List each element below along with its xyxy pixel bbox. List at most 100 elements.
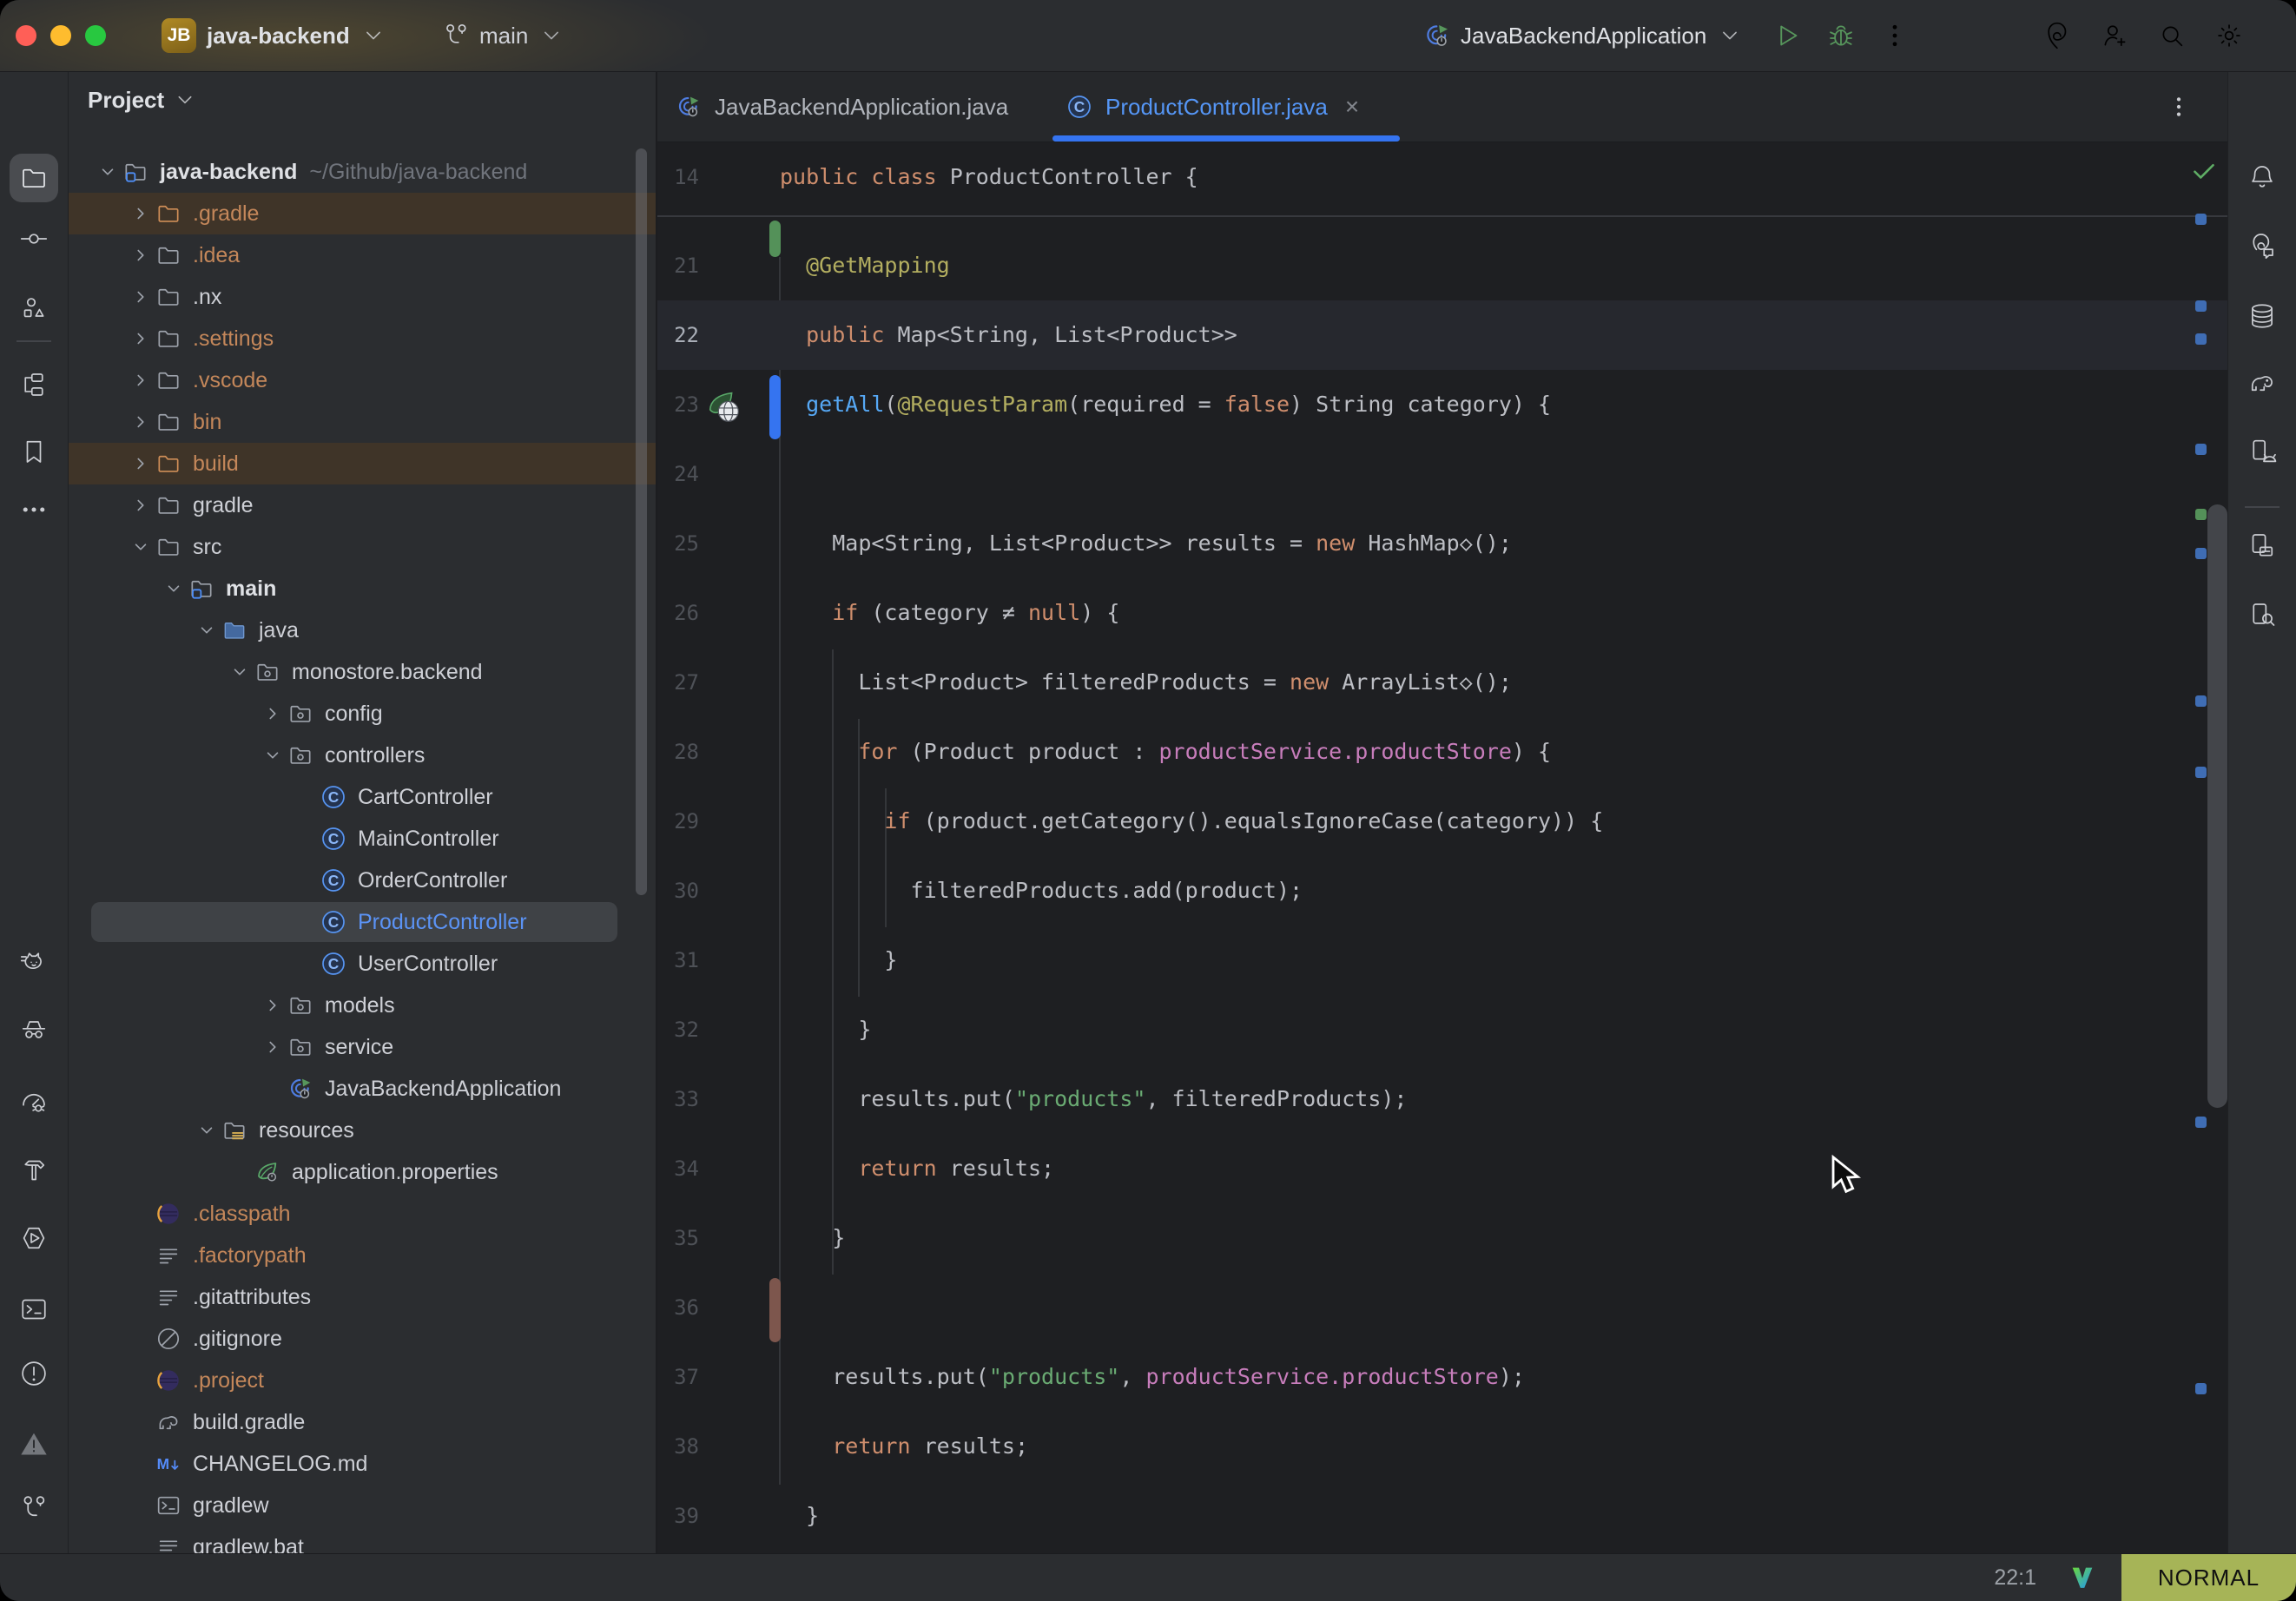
tree-item-build[interactable]: build bbox=[69, 443, 656, 484]
tool-window-button-warnings[interactable] bbox=[18, 1428, 49, 1459]
svg-text:C: C bbox=[328, 913, 340, 931]
tool-window-button-profiler[interactable] bbox=[18, 1086, 49, 1117]
tree-item-src[interactable]: src bbox=[69, 526, 656, 568]
tool-window-button-gradle[interactable] bbox=[2247, 367, 2278, 399]
tab-javabackendapplication[interactable]: JavaBackendApplication.java bbox=[675, 72, 1008, 142]
tree-item-config[interactable]: config bbox=[69, 693, 656, 735]
tool-window-button-structure[interactable] bbox=[18, 369, 49, 400]
tree-item-changelog-md[interactable]: MCHANGELOG.md bbox=[69, 1443, 656, 1485]
tree-item--nx[interactable]: .nx bbox=[69, 276, 656, 318]
tree-chevron-icon[interactable] bbox=[128, 534, 154, 560]
more-vertical-button[interactable] bbox=[1879, 20, 1910, 51]
zoom-window-button[interactable] bbox=[85, 25, 106, 46]
tree-chevron-icon[interactable] bbox=[128, 284, 154, 310]
tree-item-resources[interactable]: resources bbox=[69, 1110, 656, 1151]
tool-window-button-problems[interactable] bbox=[18, 1358, 49, 1389]
run-configuration-selector[interactable]: JavaBackendApplication bbox=[1422, 0, 1745, 71]
tree-chevron-icon[interactable] bbox=[128, 201, 154, 227]
tool-window-button-ai-assistant-chat[interactable] bbox=[2247, 232, 2278, 263]
tree-item-productcontroller[interactable]: CProductController bbox=[69, 901, 656, 943]
tool-window-button-project[interactable] bbox=[10, 154, 58, 202]
tree-item-cartcontroller[interactable]: CCartController bbox=[69, 776, 656, 818]
tree-chevron-icon[interactable] bbox=[194, 1117, 220, 1143]
tree-item-build-gradle[interactable]: build.gradle bbox=[69, 1401, 656, 1443]
line-number: 31 bbox=[657, 926, 699, 995]
project-selector[interactable]: java-backend bbox=[207, 0, 388, 71]
branch-selector[interactable]: main bbox=[441, 0, 566, 71]
tree-item-java-backend[interactable]: java-backend~/Github/java-backend bbox=[69, 151, 656, 193]
editor-scrollbar[interactable] bbox=[2207, 504, 2227, 1108]
tree-chevron-icon[interactable] bbox=[194, 617, 220, 643]
tree-item-monostore-backend[interactable]: monostore.backend bbox=[69, 651, 656, 693]
tool-window-button-device-explorer[interactable] bbox=[2247, 599, 2278, 630]
tree-item--gradle[interactable]: .gradle bbox=[69, 193, 656, 234]
settings-button[interactable] bbox=[2214, 21, 2244, 50]
tree-chevron-icon[interactable] bbox=[260, 992, 286, 1018]
tree-chevron-icon[interactable] bbox=[128, 367, 154, 393]
tool-window-button-database[interactable] bbox=[2247, 300, 2278, 332]
tree-chevron-icon[interactable] bbox=[128, 242, 154, 268]
tree-chevron-icon[interactable] bbox=[95, 159, 121, 185]
close-tab-icon[interactable]: × bbox=[1345, 93, 1359, 121]
tool-window-button-dash-cat[interactable] bbox=[18, 946, 49, 978]
run-button[interactable] bbox=[1771, 20, 1803, 51]
tab-productcontroller[interactable]: C ProductController.java × bbox=[1066, 72, 1359, 142]
tree-item--gitattributes[interactable]: .gitattributes bbox=[69, 1276, 656, 1318]
add-user-button[interactable] bbox=[2100, 21, 2129, 50]
code-editor[interactable]: 21 @GetMapping22 public Map<String, List… bbox=[657, 217, 2227, 1554]
tree-chevron-icon[interactable] bbox=[260, 701, 286, 727]
tree-item-javabackendapplication[interactable]: JavaBackendApplication bbox=[69, 1068, 656, 1110]
caret-position[interactable]: 22:1 bbox=[1994, 1565, 2036, 1591]
tree-item--factorypath[interactable]: .factorypath bbox=[69, 1235, 656, 1276]
debug-button[interactable] bbox=[1825, 20, 1857, 51]
tool-window-button-running-devices[interactable] bbox=[2247, 530, 2278, 561]
tree-item-models[interactable]: models bbox=[69, 985, 656, 1026]
tree-item-ordercontroller[interactable]: COrderController bbox=[69, 860, 656, 901]
tree-chevron-icon[interactable] bbox=[128, 492, 154, 518]
tool-window-button-notifications[interactable] bbox=[2247, 161, 2278, 193]
tool-window-button-bookmarks[interactable] bbox=[18, 436, 49, 467]
project-tree-scrollbar[interactable] bbox=[636, 148, 647, 895]
tool-window-button-terminal[interactable] bbox=[18, 1294, 49, 1325]
close-window-button[interactable] bbox=[16, 25, 36, 46]
tool-window-button-build-hammer[interactable] bbox=[18, 1155, 49, 1186]
tool-window-button-pull-requests[interactable] bbox=[18, 293, 49, 324]
tab-options-icon[interactable] bbox=[2165, 93, 2193, 121]
tree-item-java[interactable]: java bbox=[69, 609, 656, 651]
tree-item--vscode[interactable]: .vscode bbox=[69, 359, 656, 401]
tree-item--project[interactable]: .project bbox=[69, 1360, 656, 1401]
tool-window-button-commit[interactable] bbox=[18, 223, 49, 254]
tree-item-usercontroller[interactable]: CUserController bbox=[69, 943, 656, 985]
tree-item-main[interactable]: main bbox=[69, 568, 656, 609]
project-view-selector[interactable]: Project bbox=[88, 86, 199, 114]
tree-chevron-icon[interactable] bbox=[260, 1034, 286, 1060]
tree-item-gradlew[interactable]: gradlew bbox=[69, 1485, 656, 1526]
tool-window-button-services[interactable] bbox=[18, 1222, 49, 1254]
tree-chevron-icon[interactable] bbox=[128, 409, 154, 435]
tree-item-gradlew-bat[interactable]: gradlew.bat bbox=[69, 1526, 656, 1554]
ai-assistant-button[interactable] bbox=[2042, 21, 2072, 50]
search-button[interactable] bbox=[2157, 21, 2187, 50]
tool-window-button-more[interactable] bbox=[18, 494, 49, 525]
tool-window-button-incognito[interactable] bbox=[18, 1014, 49, 1045]
tool-window-button-git-branch[interactable] bbox=[18, 1492, 49, 1524]
tree-item-controllers[interactable]: controllers bbox=[69, 735, 656, 776]
tool-window-button-device-manager[interactable] bbox=[2247, 436, 2278, 467]
tree-item--settings[interactable]: .settings bbox=[69, 318, 656, 359]
tree-item-service[interactable]: service bbox=[69, 1026, 656, 1068]
ideavim-icon[interactable] bbox=[2068, 1563, 2097, 1592]
tree-chevron-icon[interactable] bbox=[161, 576, 187, 602]
tree-item-gradle[interactable]: gradle bbox=[69, 484, 656, 526]
tree-item--gitignore[interactable]: .gitignore bbox=[69, 1318, 656, 1360]
tree-item-application-properties[interactable]: application.properties bbox=[69, 1151, 656, 1193]
tree-item-maincontroller[interactable]: CMainController bbox=[69, 818, 656, 860]
tree-chevron-icon[interactable] bbox=[128, 326, 154, 352]
tree-item--idea[interactable]: .idea bbox=[69, 234, 656, 276]
tree-item--classpath[interactable]: .classpath bbox=[69, 1193, 656, 1235]
tree-chevron-icon[interactable] bbox=[128, 451, 154, 477]
minimize-window-button[interactable] bbox=[50, 25, 71, 46]
tree-chevron-icon[interactable] bbox=[227, 659, 253, 685]
tree-chevron-icon[interactable] bbox=[260, 742, 286, 768]
vim-mode-badge[interactable]: NORMAL bbox=[2121, 1554, 2296, 1601]
tree-item-bin[interactable]: bin bbox=[69, 401, 656, 443]
